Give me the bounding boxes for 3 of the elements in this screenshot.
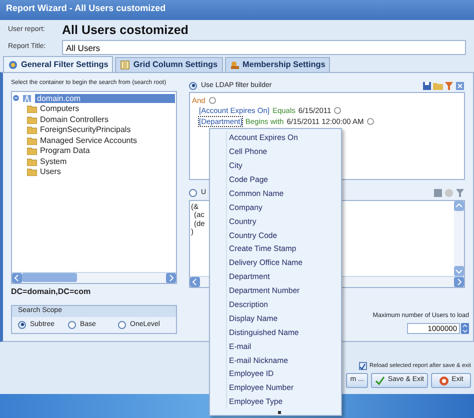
report-name: All Users costomized [62, 23, 188, 38]
container-path: DC=domain,DC=com [11, 286, 92, 296]
window-title: Report Wizard - All Users customized [0, 0, 474, 20]
